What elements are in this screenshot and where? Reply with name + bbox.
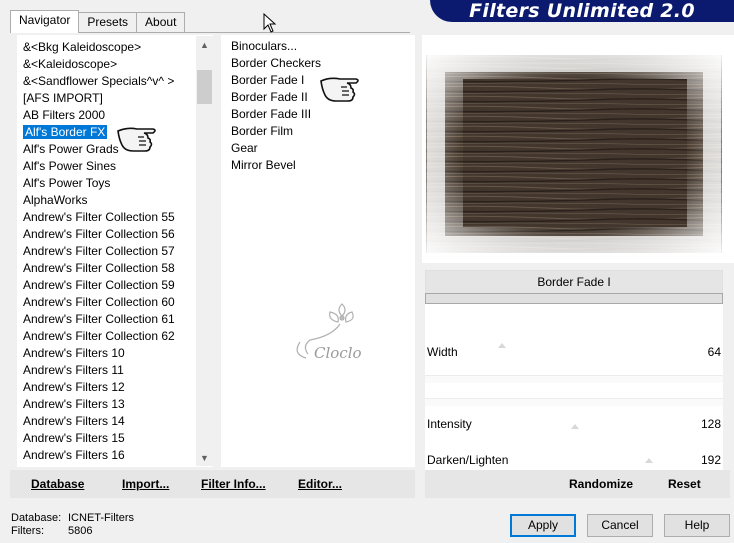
list-item[interactable]: Alf's Power Toys xyxy=(18,175,212,192)
help-button[interactable]: Help xyxy=(664,514,730,537)
reset-button[interactable]: Reset xyxy=(668,477,701,491)
mouse-cursor-icon xyxy=(263,13,277,33)
list-item[interactable]: Andrew's Filters 14 xyxy=(18,413,212,430)
chevron-up-icon[interactable]: ▲ xyxy=(196,36,213,53)
list-item[interactable]: Andrew's Filters 15 xyxy=(18,430,212,447)
status-database-value: ICNET-Filters xyxy=(68,512,134,524)
tab-presets[interactable]: Presets xyxy=(78,12,138,32)
list-item[interactable]: [AFS IMPORT] xyxy=(18,90,212,107)
list-item[interactable]: Border Fade III xyxy=(221,106,415,123)
slider-width[interactable]: Width 64 xyxy=(425,343,723,363)
list-item[interactable]: Andrew's Filter Collection 55 xyxy=(18,209,212,226)
list-item[interactable]: Andrew's Filters 12 xyxy=(18,379,212,396)
list-item[interactable]: Andrew's Filter Collection 58 xyxy=(18,260,212,277)
list-item[interactable]: Andrew's Filters 11 xyxy=(18,362,212,379)
pointing-hand-icon xyxy=(320,77,359,102)
scroll-thumb[interactable] xyxy=(197,70,212,104)
list-item[interactable]: Andrew's Filter Collection 61 xyxy=(18,311,212,328)
list-item[interactable]: AB Filters 2000 xyxy=(18,107,212,124)
list-item[interactable]: Border Film xyxy=(221,123,415,140)
filter-info-button[interactable]: Filter Info... xyxy=(201,477,266,491)
apply-button[interactable]: Apply xyxy=(510,514,576,537)
status-database-label: Database: xyxy=(11,512,62,524)
list-item[interactable]: &<Bkg Kaleidoscope> xyxy=(18,39,212,56)
preview-image xyxy=(426,55,722,253)
slider-value: 64 xyxy=(707,345,721,359)
randomize-button[interactable]: Randomize xyxy=(569,477,633,491)
watermark-text: Cloclo xyxy=(314,344,362,362)
list-item-selected[interactable]: Border Fade I xyxy=(221,72,415,89)
tab-about[interactable]: About xyxy=(136,12,186,32)
cancel-button[interactable]: Cancel xyxy=(587,514,653,537)
list-item[interactable]: Mirror Bevel xyxy=(221,157,415,174)
list-item[interactable]: Alf's Power Sines xyxy=(18,158,212,175)
list-item[interactable]: Andrew's Filter Collection 62 xyxy=(18,328,212,345)
slider-label: Width xyxy=(427,345,458,359)
list-item[interactable]: Andrew's Filter Collection 56 xyxy=(18,226,212,243)
pointing-hand-icon xyxy=(117,127,156,152)
filter-list[interactable]: Binoculars... Border Checkers Border Fad… xyxy=(221,35,415,467)
list-item[interactable]: AlphaWorks xyxy=(18,192,212,209)
list-item[interactable]: Binoculars... xyxy=(221,38,415,55)
slider-darken-lighten[interactable]: Darken/Lighten 192 xyxy=(425,451,723,471)
preview-progress-bar xyxy=(425,293,723,304)
app-title: Filters Unlimited 2.0 xyxy=(469,0,695,22)
slider-thumb[interactable] xyxy=(645,458,653,463)
list-item[interactable]: Andrew's Filter Collection 60 xyxy=(18,294,212,311)
slider-track[interactable] xyxy=(425,375,723,383)
list-item[interactable]: Andrew's Filters 10 xyxy=(18,345,212,362)
category-list[interactable]: &<Bkg Kaleidoscope> &<Kaleidoscope> &<Sa… xyxy=(17,35,213,467)
editor-button[interactable]: Editor... xyxy=(298,477,342,491)
list-item[interactable]: Andrew's Filters 13 xyxy=(18,396,212,413)
status-filters-value: 5806 xyxy=(68,525,93,537)
slider-thumb[interactable] xyxy=(498,343,506,348)
list-item[interactable]: Border Checkers xyxy=(221,55,415,72)
status-filters-label: Filters: xyxy=(11,525,44,537)
list-item[interactable]: Andrew's Filters 16 xyxy=(18,447,212,464)
list-item[interactable]: Gear xyxy=(221,140,415,157)
slider-thumb[interactable] xyxy=(571,424,579,429)
slider-value: 192 xyxy=(700,453,721,467)
list-item-selected[interactable]: Alf's Border FX xyxy=(18,124,212,141)
list-item[interactable]: &<Sandflower Specials^v^ > xyxy=(18,73,212,90)
tab-navigator[interactable]: Navigator xyxy=(10,10,80,33)
list-item[interactable]: Andrew's Filter Collection 59 xyxy=(18,277,212,294)
chevron-down-icon[interactable]: ▼ xyxy=(196,449,213,466)
tab-strip: Navigator Presets About xyxy=(10,10,186,33)
watermark-logo: Cloclo xyxy=(296,303,362,362)
slider-value: 128 xyxy=(700,417,721,431)
status-info: Database: ICNET-Filters Filters: 5806 xyxy=(11,512,134,538)
import-button[interactable]: Import... xyxy=(122,477,169,491)
filter-name-display: Border Fade I xyxy=(425,270,723,295)
list-item[interactable]: Alf's Power Grads xyxy=(18,141,212,158)
slider-track[interactable] xyxy=(425,398,723,406)
list-item[interactable]: &<Kaleidoscope> xyxy=(18,56,212,73)
list-item[interactable]: Border Fade II xyxy=(221,89,415,106)
slider-label: Intensity xyxy=(427,417,472,431)
list-item[interactable]: Andrew's Filter Collection 57 xyxy=(18,243,212,260)
database-button[interactable]: Database xyxy=(31,477,84,491)
slider-label: Darken/Lighten xyxy=(427,453,509,467)
